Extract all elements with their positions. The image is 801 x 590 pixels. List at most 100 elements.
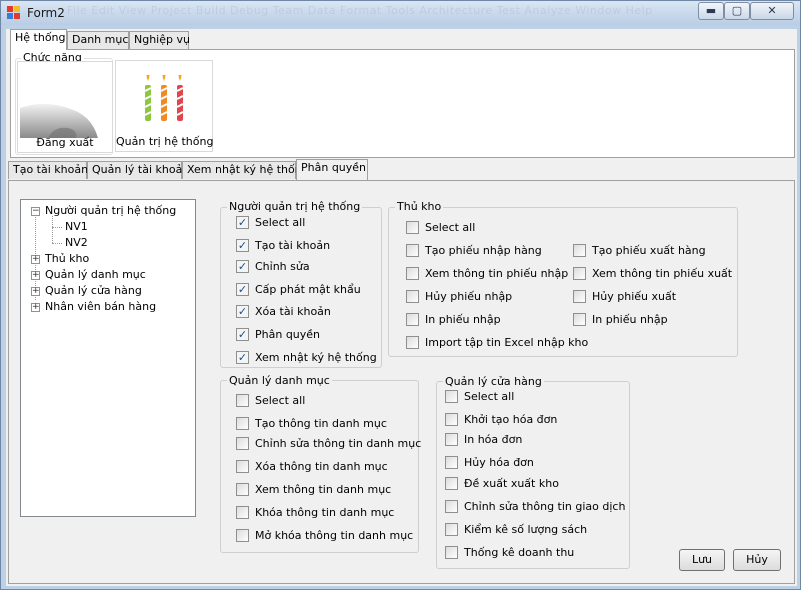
tab-danh-muc[interactable]: Danh mục: [67, 31, 129, 49]
expand-icon[interactable]: +: [31, 271, 40, 280]
checkbox-unchecked-icon[interactable]: [236, 528, 249, 542]
checkbox-unchecked-icon[interactable]: [236, 482, 249, 496]
tab-xem-nhat-ky[interactable]: Xem nhật ký hệ thống: [182, 161, 309, 179]
tab-he-thong[interactable]: Hệ thống: [10, 29, 67, 50]
minimize-button[interactable]: ▬: [698, 2, 724, 20]
warehouse-permission-checkbox[interactable]: Import tập tin Excel nhập kho: [406, 335, 588, 353]
checkbox-checked-icon[interactable]: ✓: [236, 350, 249, 364]
warehouse-permission-checkbox[interactable]: In phiếu nhập: [406, 312, 501, 330]
admin-permission-checkbox[interactable]: ✓ Phân quyền: [236, 327, 320, 345]
expand-icon[interactable]: +: [31, 287, 40, 296]
tree-node-quan-ly-cua-hang[interactable]: Quản lý cửa hàng: [45, 283, 142, 299]
checkbox-checked-icon[interactable]: ✓: [236, 282, 249, 296]
tab-tao-tai-khoan[interactable]: Tạo tài khoản: [8, 161, 88, 179]
checkbox-unchecked-icon[interactable]: [573, 243, 586, 257]
admin-permission-checkbox[interactable]: ✓ Chỉnh sửa: [236, 259, 310, 277]
checkbox-unchecked-icon[interactable]: [445, 522, 458, 536]
admin-permission-checkbox[interactable]: ✓ Cấp phát mật khẩu: [236, 282, 361, 300]
checkbox-checked-icon[interactable]: ✓: [236, 238, 249, 252]
top-tabstrip: Hệ thống Danh mục Nghiệp vụ: [10, 29, 795, 50]
tab-phan-quyen[interactable]: Phân quyền: [296, 159, 368, 180]
checkbox-checked-icon[interactable]: ✓: [236, 327, 249, 341]
warehouse-permission-checkbox[interactable]: Tạo phiếu nhập hàng: [406, 243, 542, 261]
save-button[interactable]: Lưu: [679, 549, 725, 571]
admin-system-button[interactable]: Quản trị hệ thống: [115, 60, 213, 152]
catalog-permission-checkbox[interactable]: Tạo thông tin danh mục: [236, 416, 387, 434]
expand-icon[interactable]: +: [31, 255, 40, 264]
collapse-icon[interactable]: −: [31, 207, 40, 216]
tree-node-nhan-vien-ban-hang[interactable]: Nhân viên bán hàng: [45, 299, 156, 315]
admin-permission-checkbox[interactable]: ✓ Xóa tài khoản: [236, 304, 331, 322]
logout-button[interactable]: Đăng xuất: [17, 61, 113, 153]
store-permission-checkbox[interactable]: Kiểm kê số lượng sách: [445, 522, 587, 540]
tab-quan-ly-tai-khoan[interactable]: Quản lý tài khoản: [87, 161, 189, 179]
admin-permission-checkbox[interactable]: ✓ Tạo tài khoản: [236, 238, 330, 256]
store-permission-checkbox[interactable]: Khởi tạo hóa đơn: [445, 412, 557, 430]
warehouse-permission-checkbox[interactable]: Xem thông tin phiếu xuất: [573, 266, 732, 284]
checkbox-unchecked-icon[interactable]: [236, 505, 249, 519]
catalog-select-all-checkbox[interactable]: Select all: [236, 393, 305, 411]
tree-node-quan-ly-danh-muc[interactable]: Quản lý danh mục: [45, 267, 146, 283]
store-permission-checkbox[interactable]: In hóa đơn: [445, 432, 522, 450]
checkbox-unchecked-icon[interactable]: [406, 243, 419, 257]
checkbox-label: In phiếu nhập: [592, 313, 668, 326]
store-permission-checkbox[interactable]: Đề xuất xuất kho: [445, 476, 559, 494]
store-permission-checkbox[interactable]: Chỉnh sửa thông tin giao dịch: [445, 499, 625, 517]
checkbox-unchecked-icon[interactable]: [236, 459, 249, 473]
tree-line: [52, 243, 62, 244]
checkbox-label: Đề xuất xuất kho: [464, 477, 559, 490]
checkbox-unchecked-icon[interactable]: [445, 432, 458, 446]
checkbox-unchecked-icon[interactable]: [236, 416, 249, 430]
checkbox-label: Chỉnh sửa: [255, 260, 310, 273]
checkbox-unchecked-icon[interactable]: [573, 312, 586, 326]
catalog-permission-checkbox[interactable]: Xóa thông tin danh mục: [236, 459, 388, 477]
warehouse-permission-checkbox[interactable]: Hủy phiếu xuất: [573, 289, 676, 307]
checkbox-unchecked-icon[interactable]: [445, 455, 458, 469]
checkbox-unchecked-icon[interactable]: [406, 266, 419, 280]
checkbox-unchecked-icon[interactable]: [445, 389, 458, 403]
checkbox-unchecked-icon[interactable]: [445, 476, 458, 490]
checkbox-unchecked-icon[interactable]: [445, 545, 458, 559]
maximize-button[interactable]: ▢: [724, 2, 750, 20]
tree-node-nv2[interactable]: NV2: [65, 235, 88, 251]
checkbox-unchecked-icon[interactable]: [445, 412, 458, 426]
checkbox-unchecked-icon[interactable]: [406, 289, 419, 303]
checkbox-checked-icon[interactable]: ✓: [236, 259, 249, 273]
catalog-permission-checkbox[interactable]: Chỉnh sửa thông tin danh mục: [236, 436, 421, 454]
close-button[interactable]: ✕: [750, 2, 794, 20]
checkbox-unchecked-icon[interactable]: [445, 499, 458, 513]
checkbox-unchecked-icon[interactable]: [573, 266, 586, 280]
checkbox-checked-icon[interactable]: ✓: [236, 304, 249, 318]
checkbox-unchecked-icon[interactable]: [406, 335, 419, 349]
checkbox-checked-icon[interactable]: ✓: [236, 215, 249, 229]
tree-node-nv1[interactable]: NV1: [65, 219, 88, 235]
checkbox-label: In hóa đơn: [464, 433, 523, 446]
tree-node-admin[interactable]: Người quản trị hệ thống: [45, 203, 176, 219]
admin-permission-checkbox[interactable]: ✓ Xem nhật ký hệ thống: [236, 350, 377, 368]
catalog-permission-checkbox[interactable]: Khóa thông tin danh mục: [236, 505, 394, 523]
checkbox-unchecked-icon[interactable]: [236, 436, 249, 450]
checkbox-unchecked-icon[interactable]: [573, 289, 586, 303]
checkbox-unchecked-icon[interactable]: [406, 220, 419, 234]
checkbox-unchecked-icon[interactable]: [236, 393, 249, 407]
checkbox-label: Khóa thông tin danh mục: [255, 506, 395, 519]
tree-node-thu-kho[interactable]: Thủ kho: [45, 251, 89, 267]
cancel-button[interactable]: Hủy: [733, 549, 781, 571]
expand-icon[interactable]: +: [31, 303, 40, 312]
warehouse-permission-checkbox[interactable]: Tạo phiếu xuất hàng: [573, 243, 706, 261]
store-permission-checkbox[interactable]: Hủy hóa đơn: [445, 455, 534, 473]
warehouse-permission-checkbox[interactable]: Xem thông tin phiếu nhập: [406, 266, 568, 284]
store-select-all-checkbox[interactable]: Select all: [445, 389, 514, 407]
catalog-permission-checkbox[interactable]: Mở khóa thông tin danh mục: [236, 528, 413, 546]
title-bar[interactable]: Form2 File Edit View Project Build Debug…: [1, 1, 800, 25]
warehouse-permission-checkbox[interactable]: Hủy phiếu nhập: [406, 289, 512, 307]
warehouse-permission-checkbox[interactable]: In phiếu nhập: [573, 312, 668, 330]
role-tree[interactable]: − Người quản trị hệ thống NV1 NV2 + Thủ …: [20, 199, 196, 517]
warehouse-select-all-checkbox[interactable]: Select all: [406, 220, 475, 238]
tab-nghiep-vu[interactable]: Nghiệp vụ: [129, 31, 190, 49]
checkbox-label: Kiểm kê số lượng sách: [464, 523, 588, 536]
checkbox-unchecked-icon[interactable]: [406, 312, 419, 326]
store-permission-checkbox[interactable]: Thống kê doanh thu: [445, 545, 574, 563]
catalog-permission-checkbox[interactable]: Xem thông tin danh mục: [236, 482, 391, 500]
admin-select-all-checkbox[interactable]: ✓ Select all: [236, 215, 305, 233]
